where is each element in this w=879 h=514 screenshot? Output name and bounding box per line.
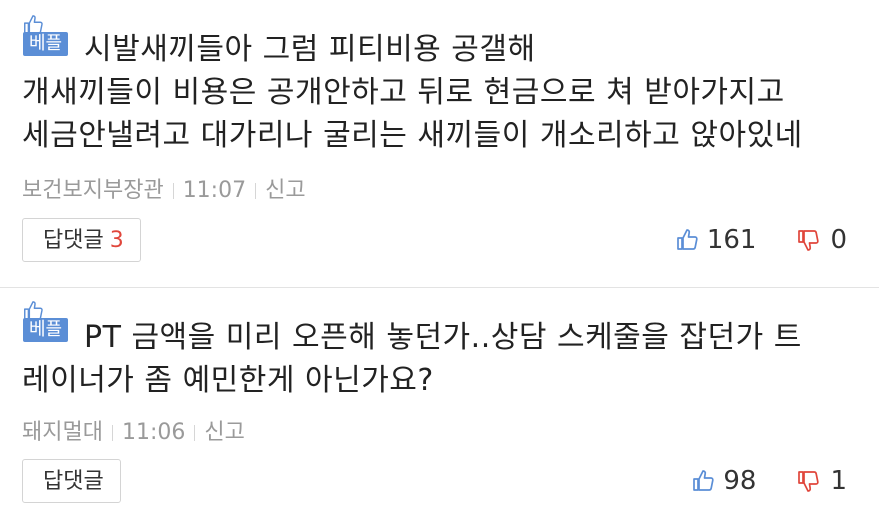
report-link[interactable]: 신고 — [265, 178, 305, 203]
dislike-count: 0 — [830, 225, 847, 255]
comment-time: 11:07 — [182, 178, 247, 203]
comment-meta: 돼지멀대 11:06 신고 — [22, 419, 245, 447]
vote-controls: 161 0 — [675, 218, 847, 262]
divider — [194, 425, 196, 441]
dislike-count: 1 — [830, 466, 847, 496]
comment-line: 시발새끼들아 그럼 피티비용 공갤해 — [84, 32, 536, 67]
comment-item: 베플 시발새끼들아 그럼 피티비용 공갤해 개새끼들이 비용은 공개안하고 뒤로… — [0, 0, 879, 287]
dislike-button[interactable]: 1 — [796, 466, 847, 496]
comment-text: PT 금액을 미리 오픈해 놓던가..상담 스케줄을 잡던가 트 레이너가 좀 … — [22, 316, 859, 402]
reply-button[interactable]: 답댓글 3 — [22, 218, 141, 262]
reply-button[interactable]: 답댓글 — [22, 459, 121, 503]
like-button[interactable]: 161 — [675, 225, 757, 255]
reply-button-label: 답댓글 — [43, 228, 104, 253]
comment-item: 베플 PT 금액을 미리 오픈해 놓던가..상담 스케줄을 잡던가 트 레이너가… — [0, 287, 879, 514]
reply-button-label: 답댓글 — [43, 469, 104, 494]
vote-controls: 98 1 — [691, 459, 847, 503]
comment-text: 시발새끼들아 그럼 피티비용 공갤해 개새끼들이 비용은 공개안하고 뒤로 현금… — [22, 28, 859, 157]
like-count: 161 — [706, 225, 757, 255]
report-link[interactable]: 신고 — [204, 420, 244, 445]
comment-line: 레이너가 좀 예민한게 아닌가요? — [22, 363, 434, 398]
like-count: 98 — [723, 466, 757, 496]
comment-time: 11:06 — [121, 420, 186, 445]
thumbs-up-icon — [693, 470, 715, 491]
reply-count: 3 — [109, 228, 124, 253]
thumbs-up-icon — [676, 229, 698, 250]
thumbs-down-icon — [798, 471, 820, 492]
like-button[interactable]: 98 — [691, 466, 756, 496]
author-name[interactable]: 돼지멀대 — [22, 420, 103, 445]
comment-meta: 보건보지부장관 11:07 신고 — [22, 177, 306, 205]
author-name[interactable]: 보건보지부장관 — [22, 178, 164, 203]
divider — [111, 425, 113, 441]
dislike-button[interactable]: 0 — [796, 225, 847, 255]
comment-line: 개새끼들이 비용은 공개안하고 뒤로 현금으로 쳐 받아가지고 — [22, 75, 785, 110]
divider — [172, 183, 174, 199]
comment-line: 세금안낼려고 대가리나 굴리는 새끼들이 개소리하고 앉아있네 — [22, 118, 803, 153]
thumbs-down-icon — [798, 230, 820, 251]
divider — [255, 183, 257, 199]
comment-line: PT 금액을 미리 오픈해 놓던가..상담 스케줄을 잡던가 트 — [84, 320, 802, 355]
